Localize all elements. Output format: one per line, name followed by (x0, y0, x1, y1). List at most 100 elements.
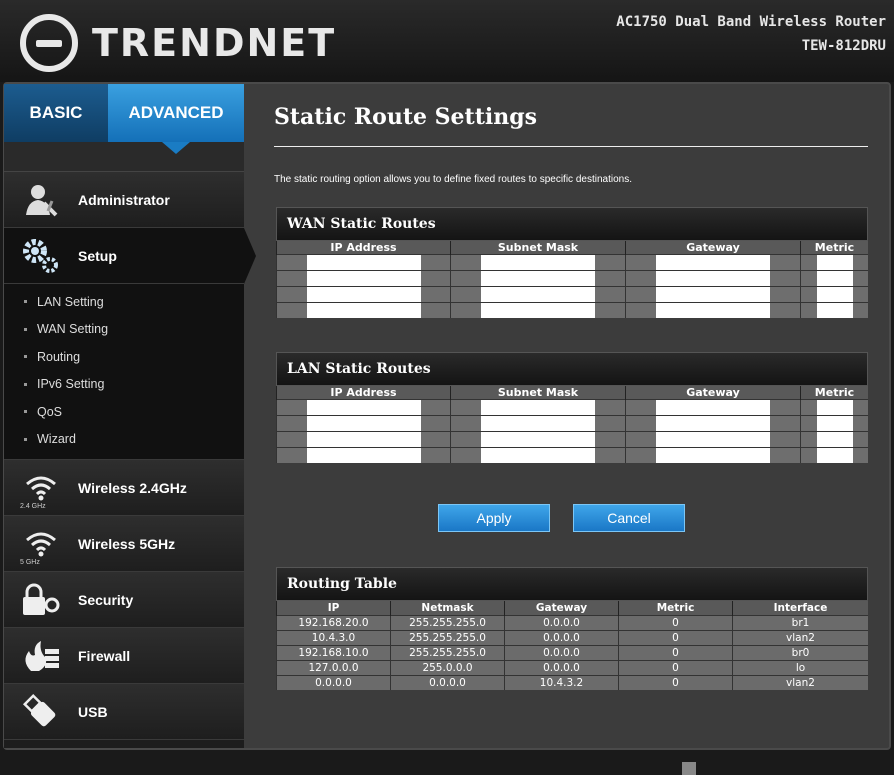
gateway-input[interactable] (656, 432, 770, 447)
subnet-mask-input[interactable] (481, 448, 595, 463)
metric-input[interactable] (816, 416, 853, 431)
submenu-wizard[interactable]: Wizard (4, 426, 244, 454)
column-header: Subnet Mask (450, 241, 626, 255)
sidebar-item-setup[interactable]: Setup (4, 228, 256, 284)
subnet-mask-input[interactable] (481, 287, 595, 302)
table-header-row: IP Address Subnet Mask Gateway Metric (276, 241, 868, 255)
subnet-mask-input[interactable] (481, 432, 595, 447)
submenu-ipv6-setting[interactable]: IPv6 Setting (4, 371, 244, 399)
sidebar-item-administrator[interactable]: Administrator (4, 172, 244, 228)
subnet-mask-input[interactable] (481, 400, 595, 415)
column-header: Metric (800, 241, 868, 255)
ip-address-input[interactable] (306, 432, 421, 447)
table-row: 0.0.0.0 0.0.0.0 10.4.3.2 0 vlan2 (276, 675, 868, 690)
submenu-lan-setting[interactable]: LAN Setting (4, 288, 244, 316)
gateway-input[interactable] (656, 303, 770, 318)
column-header: Gateway (625, 386, 801, 400)
metric-input[interactable] (816, 271, 853, 286)
submenu-label: LAN Setting (37, 294, 104, 309)
ip-address-input[interactable] (306, 400, 421, 415)
metric-input[interactable] (816, 432, 853, 447)
gateway-input[interactable] (656, 255, 770, 270)
table-row: 10.4.3.0 255.255.255.0 0.0.0.0 0 vlan2 (276, 630, 868, 646)
cancel-button[interactable]: Cancel (573, 504, 685, 532)
sidebar: BASIC ADVANCED Administrator Setup LAN S… (4, 84, 256, 748)
column-header: IP Address (276, 386, 451, 400)
table-row (276, 286, 868, 303)
column-header: IP Address (276, 241, 451, 255)
ip-address-input[interactable] (306, 255, 421, 270)
submenu-qos[interactable]: QoS (4, 398, 244, 426)
section-title: Routing Table (276, 567, 868, 601)
gateway-input[interactable] (656, 400, 770, 415)
gateway-input[interactable] (656, 416, 770, 431)
gateway-input[interactable] (656, 271, 770, 286)
cell-gateway: 0.0.0.0 (504, 630, 619, 646)
submenu-label: Wizard (37, 432, 76, 447)
metric-input[interactable] (816, 448, 853, 463)
subnet-mask-input[interactable] (481, 303, 595, 318)
metric-input[interactable] (816, 400, 853, 415)
lan-static-routes-section: LAN Static Routes IP Address Subnet Mask… (276, 352, 868, 463)
sidebar-item-label: Wireless 5GHz (78, 535, 176, 552)
main-content: Static Route Settings The static routing… (256, 86, 886, 746)
submenu-label: QoS (37, 404, 63, 419)
sidebar-item-wireless-24ghz[interactable]: 2.4 GHz Wireless 2.4GHz (4, 460, 244, 516)
sidebar-item-label: Firewall (78, 647, 131, 664)
tab-advanced[interactable]: ADVANCED (108, 84, 244, 154)
wifi-band-badge: 5 GHz (20, 558, 40, 566)
cell-ip: 0.0.0.0 (276, 675, 391, 690)
cell-gateway: 0.0.0.0 (504, 615, 619, 631)
cell-gateway: 0.0.0.0 (504, 660, 619, 676)
sidebar-spacer (4, 142, 244, 172)
sidebar-item-label: Administrator (78, 191, 170, 208)
sidebar-item-label: Setup (78, 247, 117, 264)
wifi-icon: 5 GHz (18, 524, 64, 566)
cell-gateway: 0.0.0.0 (504, 645, 619, 661)
apply-button[interactable]: Apply (438, 504, 550, 532)
submenu-wan-setting[interactable]: WAN Setting (4, 316, 244, 344)
lan-routes-table: IP Address Subnet Mask Gateway Metric (276, 386, 868, 463)
submenu-routing[interactable]: Routing (4, 343, 244, 371)
bullet-icon (24, 410, 27, 414)
sidebar-item-usb[interactable]: USB (4, 684, 244, 740)
title-divider (274, 146, 868, 147)
gateway-input[interactable] (656, 287, 770, 302)
ip-address-input[interactable] (306, 287, 421, 302)
gateway-input[interactable] (656, 448, 770, 463)
subnet-mask-input[interactable] (481, 271, 595, 286)
cell-interface: vlan2 (732, 675, 868, 690)
product-model: TEW-812DRU (801, 38, 886, 54)
table-row: 192.168.10.0 255.255.255.0 0.0.0.0 0 br0 (276, 645, 868, 661)
column-header: Interface (732, 601, 868, 616)
column-header: Subnet Mask (450, 386, 626, 400)
table-row: 192.168.20.0 255.255.255.0 0.0.0.0 0 br1 (276, 615, 868, 631)
cell-netmask: 0.0.0.0 (390, 675, 505, 690)
ip-address-input[interactable] (306, 416, 421, 431)
cell-metric: 0 (618, 630, 733, 646)
metric-input[interactable] (816, 287, 853, 302)
wan-static-routes-section: WAN Static Routes IP Address Subnet Mask… (276, 207, 868, 318)
trendnet-logo[interactable]: TRENDnet (20, 14, 336, 72)
table-row (276, 399, 868, 416)
metric-input[interactable] (816, 255, 853, 270)
sidebar-item-wireless-5ghz[interactable]: 5 GHz Wireless 5GHz (4, 516, 244, 572)
routing-table-section: Routing Table IP Netmask Gateway Metric … (276, 567, 868, 690)
firewall-icon (18, 636, 64, 676)
tab-basic[interactable]: BASIC (4, 84, 108, 142)
metric-input[interactable] (816, 303, 853, 318)
ip-address-input[interactable] (306, 303, 421, 318)
subnet-mask-input[interactable] (481, 255, 595, 270)
sidebar-item-firewall[interactable]: Firewall (4, 628, 244, 684)
cell-interface: br1 (732, 615, 868, 631)
subnet-mask-input[interactable] (481, 416, 595, 431)
sidebar-item-label: USB (78, 703, 108, 720)
scroll-handle[interactable] (682, 762, 696, 775)
cell-metric: 0 (618, 675, 733, 690)
sidebar-item-security[interactable]: Security (4, 572, 244, 628)
bullet-icon (24, 327, 27, 331)
ip-address-input[interactable] (306, 271, 421, 286)
usb-icon (18, 692, 64, 732)
cell-netmask: 255.255.255.0 (390, 645, 505, 661)
ip-address-input[interactable] (306, 448, 421, 463)
